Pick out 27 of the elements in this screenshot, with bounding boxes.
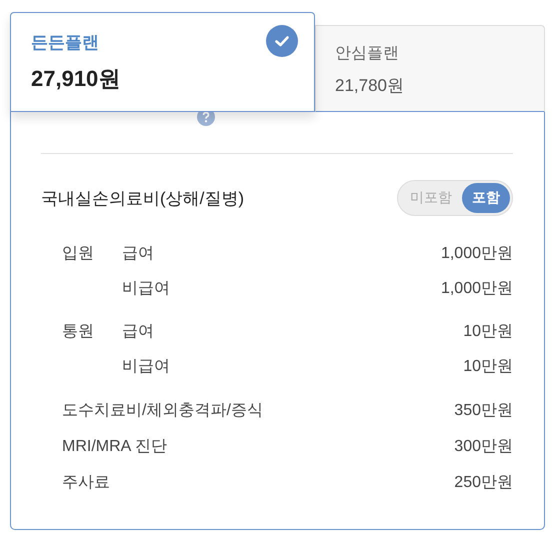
plan-name: 안심플랜 bbox=[335, 44, 399, 64]
item-amount: 1,000만원 bbox=[440, 279, 513, 299]
item-label: 주사료 bbox=[62, 472, 110, 492]
include-toggle[interactable]: 미포함 포함 bbox=[397, 180, 513, 216]
plan-card[interactable]: 안심플랜 21,780원 bbox=[315, 25, 545, 112]
item-label: 급여 bbox=[122, 322, 154, 342]
toggle-option[interactable]: 포함 bbox=[462, 183, 510, 213]
item-label: 급여 bbox=[122, 244, 154, 264]
item-label: MRI/MRA 진단 bbox=[62, 436, 167, 456]
plan-name: 든든플랜 bbox=[31, 32, 99, 54]
item-amount: 300만원 bbox=[454, 436, 513, 456]
category-label: 통원 bbox=[62, 322, 95, 342]
category-label: 입원 bbox=[62, 244, 95, 264]
item-amount: 350만원 bbox=[454, 400, 513, 420]
item-label: 비급여 bbox=[122, 279, 170, 299]
plan-price: 21,780원 bbox=[335, 75, 405, 97]
item-label: 도수치료비/체외충격파/증식 bbox=[62, 400, 263, 420]
item-amount: 250만원 bbox=[454, 472, 513, 492]
item-amount: 10만원 bbox=[463, 322, 513, 342]
item-label: 비급여 bbox=[122, 357, 170, 377]
check-icon bbox=[266, 25, 298, 57]
plan-card[interactable]: 든든플랜 27,910원 bbox=[10, 12, 315, 112]
item-amount: 10만원 bbox=[463, 357, 513, 377]
plan-price: 27,910원 bbox=[31, 65, 122, 93]
toggle-option[interactable]: 미포함 bbox=[400, 183, 462, 213]
item-amount: 1,000만원 bbox=[440, 244, 513, 264]
section-title: 국내실손의료비(상해/질병) bbox=[41, 188, 244, 210]
